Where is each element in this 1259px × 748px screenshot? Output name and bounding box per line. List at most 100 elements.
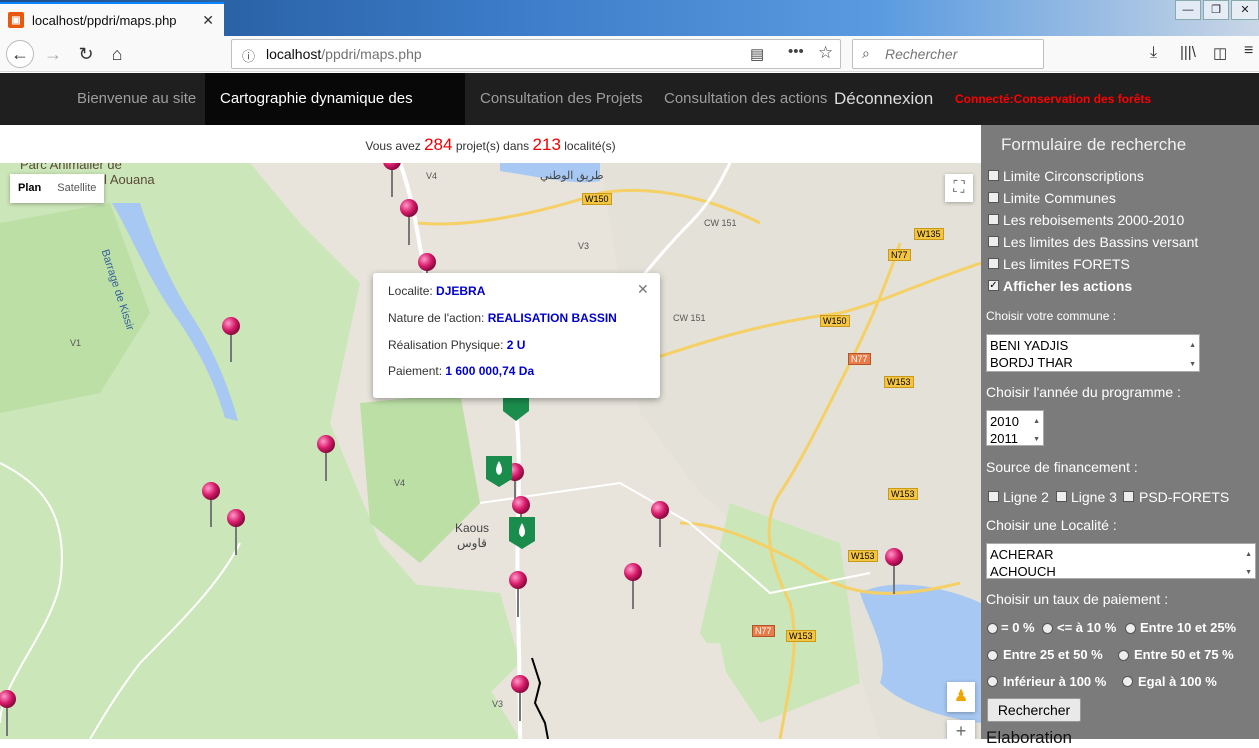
source-label: Source de financement : — [986, 459, 1138, 475]
map-pin-marker[interactable] — [511, 675, 529, 721]
address-bar[interactable]: ⓘ localhost/ppdri/maps.php ▤ ••• ☆ — [231, 39, 841, 69]
browser-titlebar: ▣ localhost/ppdri/maps.php ✕ — ❐ ✕ — [0, 0, 1259, 36]
close-window-button[interactable]: ✕ — [1231, 0, 1259, 20]
layer-checkbox[interactable] — [988, 258, 999, 269]
taux-radio[interactable] — [1122, 676, 1133, 687]
forward-arrow-icon[interactable]: → — [39, 40, 67, 68]
menu-icon[interactable]: ≡ — [1244, 42, 1253, 60]
site-navbar: Bienvenue au site Cartographie dynamique… — [0, 73, 1259, 159]
scroll-up-icon[interactable]: ▲ — [1245, 546, 1252, 563]
nav-item-consultation-actions[interactable]: Consultation des actions — [649, 73, 842, 125]
reader-view-icon[interactable]: ▤ — [750, 45, 764, 63]
rechercher-button[interactable]: Rechercher — [987, 698, 1081, 722]
annee-select[interactable]: 2010 2011 ▲ ▼ — [986, 410, 1044, 446]
popup-realisation-value: 2 U — [506, 338, 526, 352]
counter-suffix: localité(s) — [564, 139, 616, 153]
tab-title: localhost/ppdri/maps.php — [32, 12, 177, 28]
locality-count: 213 — [532, 135, 561, 154]
map-pin-marker[interactable] — [651, 501, 669, 547]
nav-item-cartographie[interactable]: Cartographie dynamique des projets — [205, 73, 465, 159]
map-pin-marker[interactable] — [202, 482, 220, 527]
home-icon[interactable]: ⌂ — [103, 40, 131, 68]
localite-option[interactable]: ACHERAR — [990, 546, 1252, 563]
close-popup-icon[interactable]: ✕ — [637, 281, 649, 298]
layer-checkbox[interactable] — [988, 170, 999, 181]
library-icon[interactable]: |||\ — [1180, 44, 1196, 61]
map-canvas[interactable]: Parc Animalier de Kissir El Aouana Barra… — [0, 163, 981, 739]
bookmark-star-icon[interactable]: ☆ — [818, 43, 833, 63]
taux-radio[interactable] — [1042, 623, 1053, 634]
browser-toolbar: ← → ↻ ⌂ ⓘ localhost/ppdri/maps.php ▤ •••… — [0, 36, 1259, 72]
source-option-label: Ligne 3 — [1071, 489, 1117, 505]
site-favicon-icon: ▣ — [8, 12, 24, 28]
scroll-down-icon[interactable]: ▼ — [1189, 356, 1196, 373]
layer-checkbox-checked[interactable]: ✓ — [988, 280, 999, 291]
scroll-up-icon[interactable]: ▲ — [1033, 413, 1040, 430]
scroll-down-icon[interactable]: ▼ — [1245, 564, 1252, 581]
nav-item-consultation-projets[interactable]: Consultation des Projets — [465, 73, 658, 125]
taux-label: Choisir un taux de paiement : — [986, 591, 1169, 607]
browser-tab[interactable]: ▣ localhost/ppdri/maps.php ✕ — [0, 2, 224, 36]
search-icon: ⌕ — [862, 45, 870, 61]
popup-nature-value: REALISATION BASSIN — [487, 311, 617, 325]
download-icon[interactable]: ⤓ — [1150, 44, 1157, 62]
map-pin-marker[interactable] — [509, 571, 527, 617]
popup-localite: Localite: DJEBRA — [388, 284, 485, 298]
scroll-down-icon[interactable]: ▼ — [1033, 431, 1040, 448]
map-pin-marker[interactable] — [317, 435, 335, 481]
search-input[interactable]: ⌕ Rechercher — [852, 39, 1044, 69]
taux-radio[interactable] — [987, 623, 998, 634]
popup-paiement-value: 1 600 000,74 Da — [445, 364, 535, 378]
panel-title: Formulaire de recherche — [1001, 135, 1187, 154]
project-count: 284 — [424, 135, 453, 154]
page-actions-icon[interactable]: ••• — [788, 43, 804, 60]
water-drop-marker[interactable] — [503, 395, 529, 421]
layer-checkbox[interactable] — [988, 214, 999, 225]
taux-radio[interactable] — [1125, 623, 1136, 634]
logout-link[interactable]: Déconnexion — [834, 73, 933, 125]
counter-prefix: Vous avez — [365, 139, 421, 153]
scroll-up-icon[interactable]: ▲ — [1189, 337, 1196, 354]
popup-realisation-label: Réalisation Physique: — [388, 338, 504, 352]
taux-option-label: Entre 10 et 25% — [1140, 620, 1237, 635]
layer-checkbox[interactable] — [988, 192, 999, 203]
restore-window-button[interactable]: ❐ — [1203, 0, 1229, 20]
commune-select[interactable]: BENI YADJIS BORDJ THAR ▲ ▼ — [986, 334, 1200, 372]
nav-item-bienvenue[interactable]: Bienvenue au site — [61, 73, 212, 125]
layer-label: Afficher les actions — [1003, 278, 1133, 294]
taux-radio[interactable] — [987, 676, 998, 687]
sidebar-toggle-icon[interactable]: ◫ — [1213, 44, 1227, 62]
localite-select[interactable]: ACHERAR ACHOUCH ▲ ▼ — [986, 543, 1256, 579]
source-checkbox[interactable] — [988, 491, 999, 502]
map-pin-marker[interactable] — [0, 690, 16, 736]
minimize-window-button[interactable]: — — [1175, 0, 1201, 20]
source-checkbox[interactable] — [1123, 491, 1134, 502]
back-arrow-icon[interactable]: ← — [6, 40, 34, 68]
map-pin-marker[interactable] — [222, 317, 240, 362]
popup-localite-label: Localite: — [388, 284, 433, 298]
map-pin-marker[interactable] — [383, 163, 401, 197]
popup-paiement-label: Paiement: — [388, 364, 443, 378]
layer-checkbox[interactable] — [988, 236, 999, 247]
reload-icon[interactable]: ↻ — [72, 40, 100, 68]
commune-option[interactable]: BORDJ THAR — [990, 354, 1196, 371]
taux-radio[interactable] — [987, 650, 998, 661]
search-placeholder: Rechercher — [885, 46, 958, 62]
popup-localite-value: DJEBRA — [436, 284, 486, 298]
source-checkbox[interactable] — [1056, 491, 1067, 502]
water-drop-marker[interactable] — [509, 517, 535, 549]
taux-radio[interactable] — [1118, 650, 1129, 661]
map-pin-marker[interactable] — [418, 253, 436, 275]
map-pin-marker[interactable] — [885, 548, 903, 594]
map-pin-marker[interactable] — [624, 563, 642, 609]
close-tab-icon[interactable]: ✕ — [202, 12, 214, 29]
localite-option[interactable]: ACHOUCH — [990, 563, 1252, 580]
map-pin-marker[interactable] — [227, 509, 245, 555]
commune-option[interactable]: BENI YADJIS — [990, 337, 1196, 354]
source-option-label: Ligne 2 — [1003, 489, 1049, 505]
map-pin-marker[interactable] — [400, 199, 418, 245]
water-drop-marker[interactable] — [486, 456, 512, 487]
map-pin-marker[interactable] — [512, 496, 530, 519]
annee-label: Choisir l'année du programme : — [986, 384, 1181, 400]
info-icon[interactable]: ⓘ — [242, 46, 255, 65]
